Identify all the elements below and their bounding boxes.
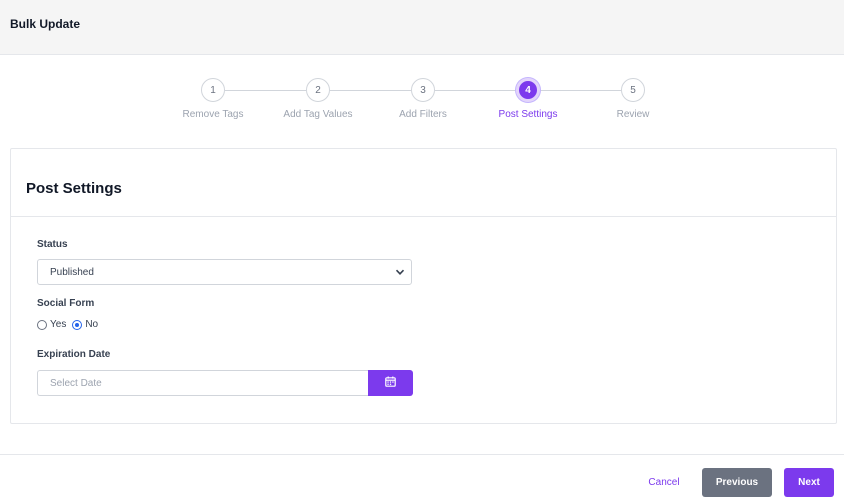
step-remove-tags[interactable]: 1 Remove Tags xyxy=(158,78,268,120)
step-add-filters[interactable]: 3 Add Filters xyxy=(368,78,478,120)
radio-no-label: No xyxy=(85,319,99,330)
step-label: Remove Tags xyxy=(182,109,244,120)
social-form-label: Social Form xyxy=(37,298,95,309)
step-add-tag-values[interactable]: 2 Add Tag Values xyxy=(263,78,373,120)
social-form-option-yes[interactable]: Yes xyxy=(37,319,66,330)
step-number: 4 xyxy=(516,78,540,102)
calendar-icon xyxy=(385,374,396,392)
wizard-stepper: 1 Remove Tags 2 Add Tag Values 3 Add Fil… xyxy=(0,78,844,128)
step-label: Post Settings xyxy=(498,109,558,120)
card-header: Post Settings xyxy=(11,149,836,217)
page-header: Bulk Update xyxy=(0,0,844,55)
card-title: Post Settings xyxy=(26,180,122,197)
chevron-down-icon xyxy=(395,267,405,280)
step-number: 3 xyxy=(411,78,435,102)
cancel-button[interactable]: Cancel xyxy=(636,468,692,497)
expiration-date-input[interactable]: Select Date xyxy=(37,370,369,396)
social-form-radio-group: Yes No xyxy=(37,319,104,330)
wizard-footer: Cancel Previous Next xyxy=(0,454,844,504)
post-settings-card: Post Settings Status Published Social Fo… xyxy=(10,148,837,424)
next-button[interactable]: Next xyxy=(784,468,834,497)
date-picker-button[interactable] xyxy=(368,370,413,396)
step-number: 2 xyxy=(306,78,330,102)
step-number: 5 xyxy=(621,78,645,102)
radio-yes-label: Yes xyxy=(50,319,67,330)
social-form-option-no[interactable]: No xyxy=(72,319,98,330)
step-post-settings[interactable]: 4 Post Settings xyxy=(473,78,583,120)
previous-button[interactable]: Previous xyxy=(702,468,772,497)
step-label: Review xyxy=(616,109,650,120)
status-select[interactable]: Published xyxy=(37,259,412,285)
expiration-date-label: Expiration Date xyxy=(37,349,111,360)
step-review[interactable]: 5 Review xyxy=(578,78,688,120)
step-label: Add Tag Values xyxy=(283,109,353,120)
step-number: 1 xyxy=(201,78,225,102)
step-label: Add Filters xyxy=(399,109,447,120)
radio-yes[interactable] xyxy=(37,319,47,330)
page-title: Bulk Update xyxy=(10,17,81,31)
status-value: Published xyxy=(50,266,94,278)
radio-no[interactable] xyxy=(72,319,83,330)
status-label: Status xyxy=(37,239,68,250)
